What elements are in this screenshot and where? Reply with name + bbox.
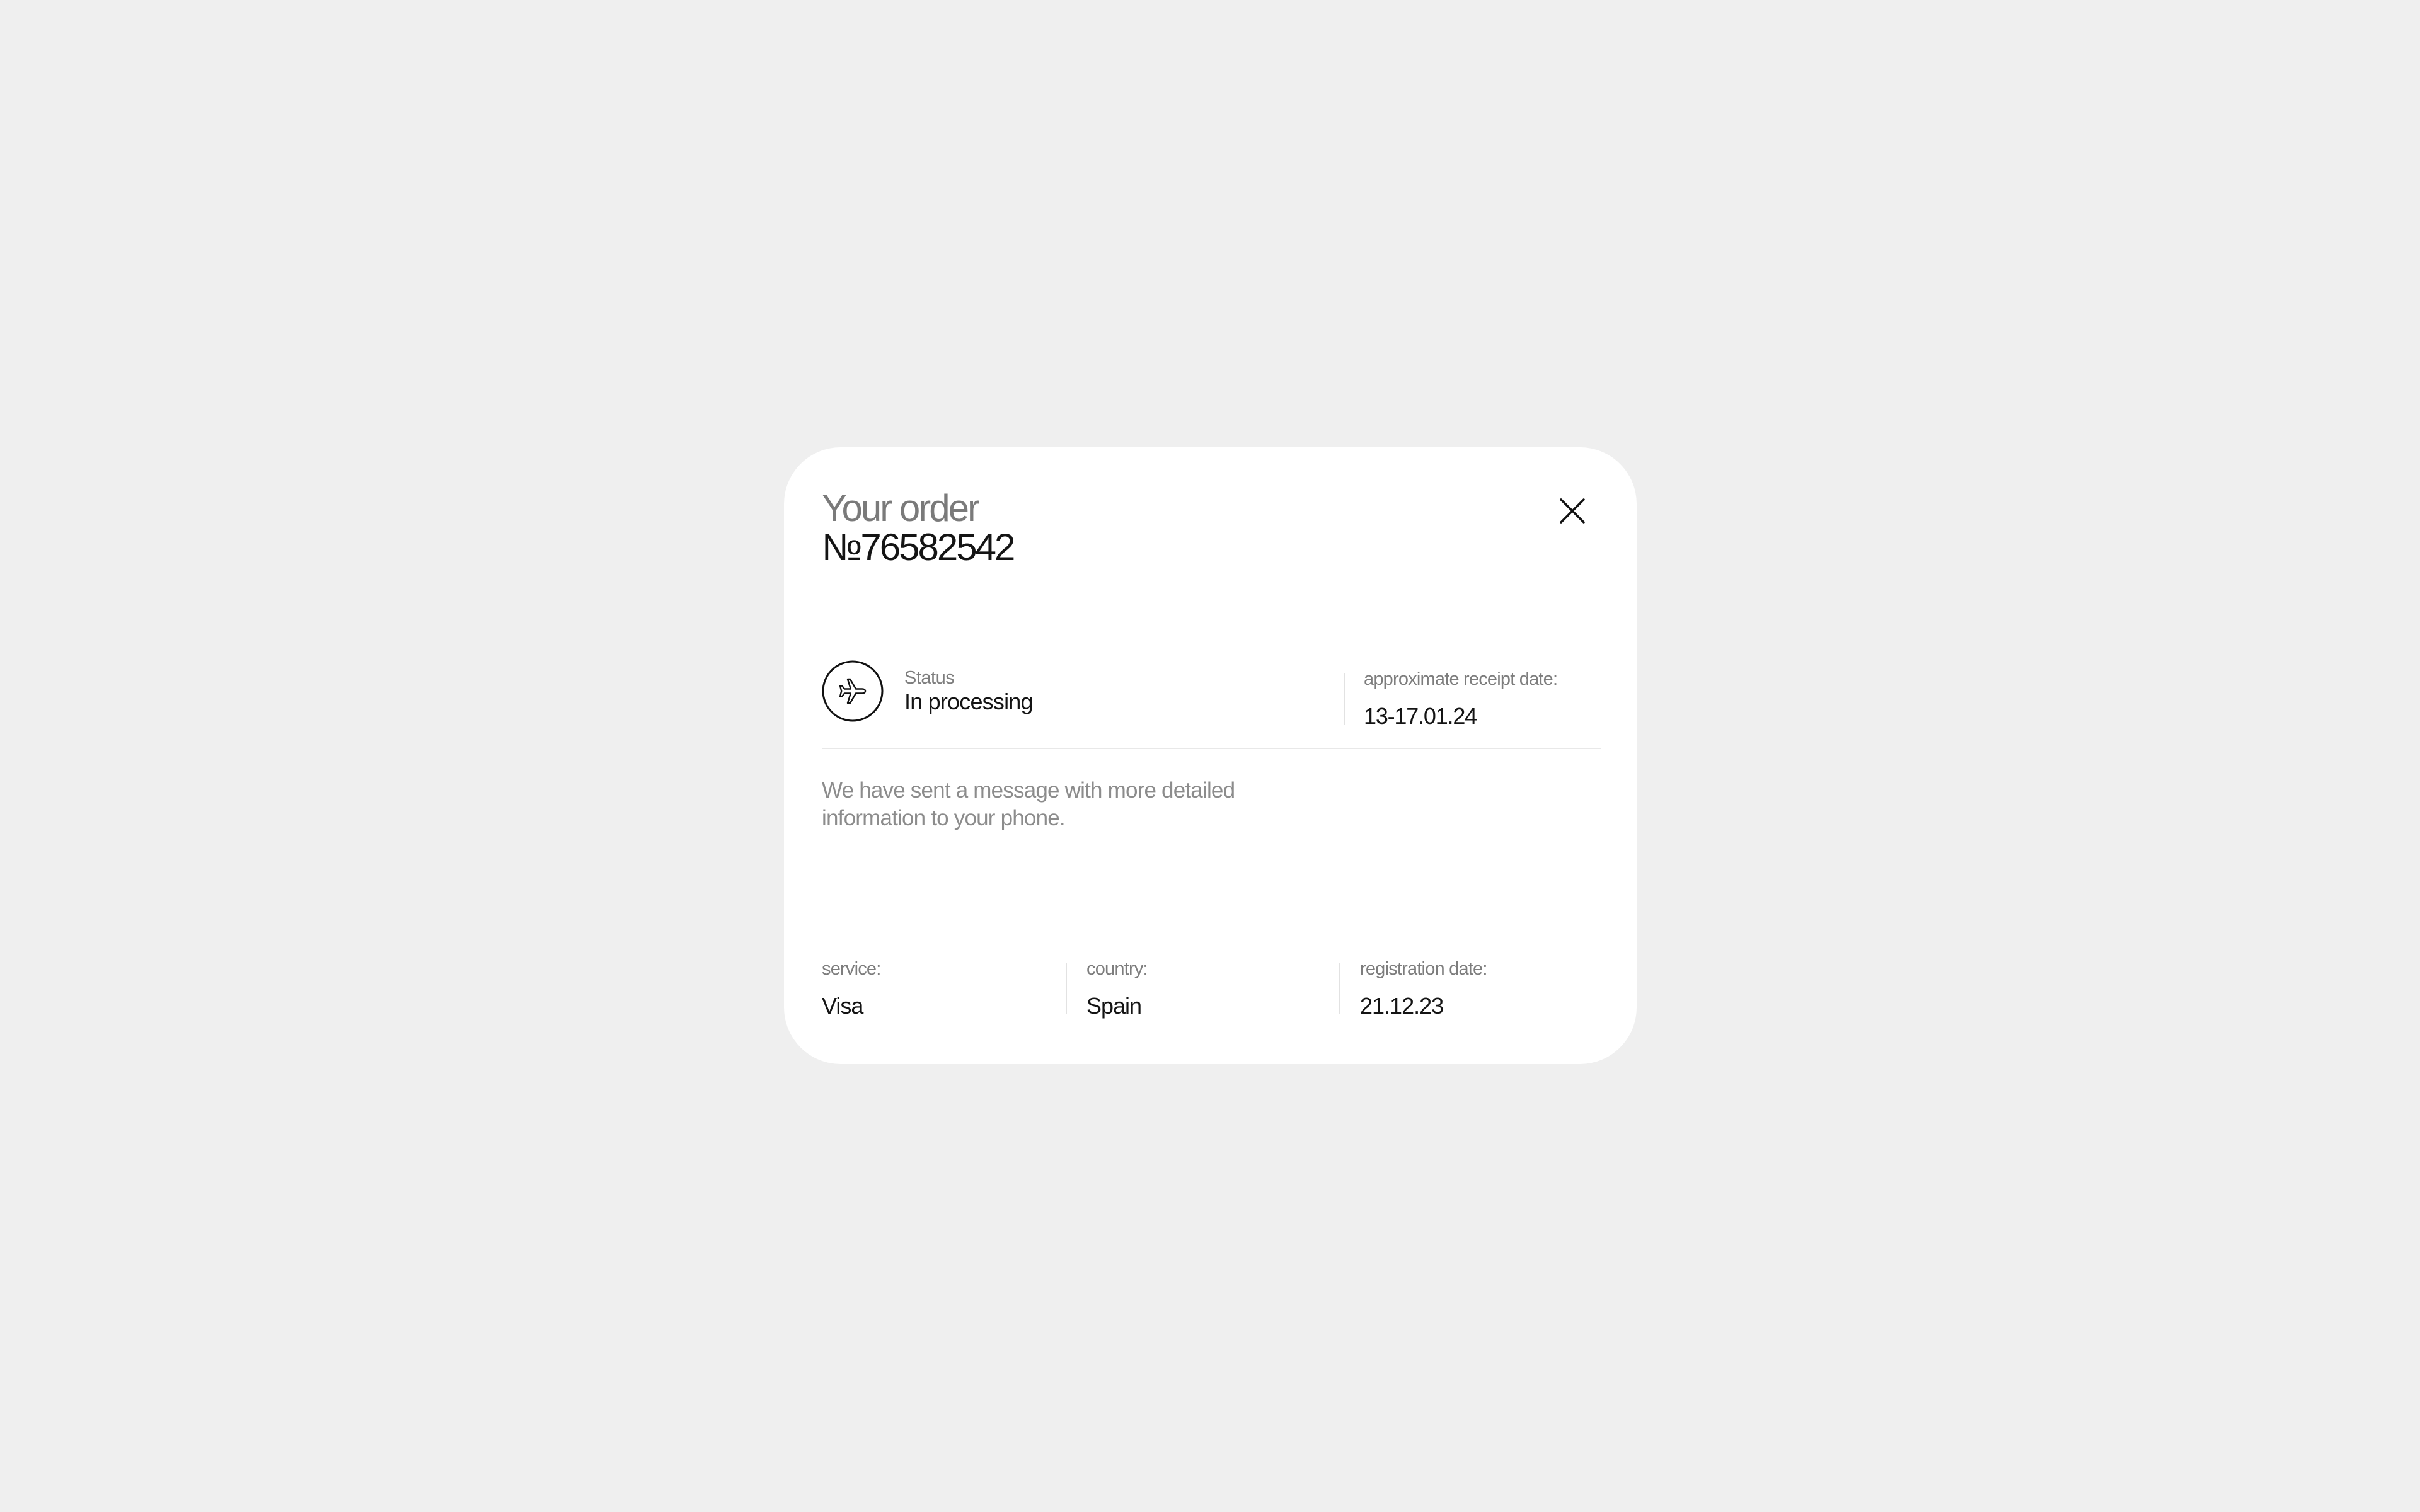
status-divider (1344, 673, 1345, 724)
close-icon (1560, 498, 1585, 524)
service-label: service: (822, 959, 881, 979)
status-value: In processing (904, 689, 1034, 714)
order-title-label: Your order (822, 487, 980, 529)
country-label: country: (1086, 959, 1148, 979)
service-divider (1066, 963, 1067, 1014)
close-button[interactable] (1557, 495, 1588, 527)
registration-date-value: 21.12.23 (1360, 993, 1444, 1019)
receipt-date-label: approximate receipt date: (1364, 669, 1558, 689)
info-message: We have sent a message with more detaile… (822, 778, 1235, 830)
order-title: Your order №76582542 (822, 487, 1015, 568)
country-value: Spain (1086, 993, 1142, 1019)
airplane-icon (822, 660, 884, 722)
country-divider (1339, 963, 1340, 1014)
service-value: Visa (822, 993, 863, 1019)
receipt-date-value: 13-17.01.24 (1364, 703, 1477, 729)
registration-date-label: registration date: (1360, 959, 1487, 979)
section-divider (822, 748, 1601, 749)
order-number: №76582542 (822, 526, 1015, 568)
order-card: Your order №76582542 Status In processin… (784, 447, 1637, 1064)
status-label: Status (904, 668, 955, 688)
